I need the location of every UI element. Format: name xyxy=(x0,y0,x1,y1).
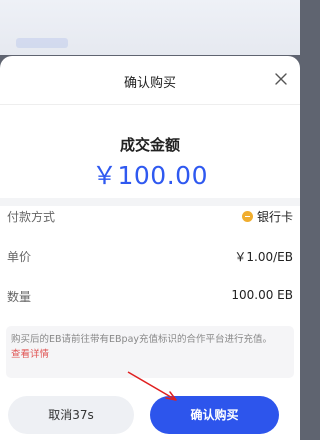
cancel-button[interactable]: 取消37s xyxy=(8,396,134,434)
close-icon[interactable] xyxy=(274,72,288,86)
divider xyxy=(0,104,300,105)
payment-method-label: 付款方式 xyxy=(7,210,56,224)
quantity-row: 数量 100.00 EB xyxy=(7,288,293,304)
unit-price-row: 单价 ￥1.00/EB xyxy=(7,248,293,264)
notice-box: 购买后的EB请前往带有EBpay充值标识的合作平台进行充值。 查看详情 xyxy=(6,326,294,378)
payment-method-value: 银行卡 xyxy=(256,210,293,224)
sheet-title: 确认购买 xyxy=(123,76,176,91)
coin-icon xyxy=(241,211,253,222)
view-details-link[interactable]: 查看详情 xyxy=(11,348,289,362)
amount-label: 成交金额 xyxy=(119,136,180,154)
quantity-value: 100.00 EB xyxy=(231,288,293,302)
payment-method-row[interactable]: 付款方式 银行卡 xyxy=(7,208,293,224)
unit-price-value: ￥1.00/EB xyxy=(234,250,293,264)
confirm-purchase-sheet: 确认购买 成交金额 ￥100.00 付款方式 银行卡 单价 ￥1.00/EB 数… xyxy=(0,56,300,440)
background-text-blur xyxy=(16,38,68,48)
payment-method-value-wrap: 银行卡 xyxy=(241,208,293,225)
confirm-purchase-button[interactable]: 确认购买 xyxy=(150,396,279,434)
section-divider xyxy=(0,198,300,206)
notice-text: 购买后的EB请前往带有EBpay充值标识的合作平台进行充值。 xyxy=(11,334,273,345)
unit-price-label: 单价 xyxy=(7,250,32,264)
amount-value: ￥100.00 xyxy=(92,161,208,190)
quantity-label: 数量 xyxy=(7,290,32,304)
